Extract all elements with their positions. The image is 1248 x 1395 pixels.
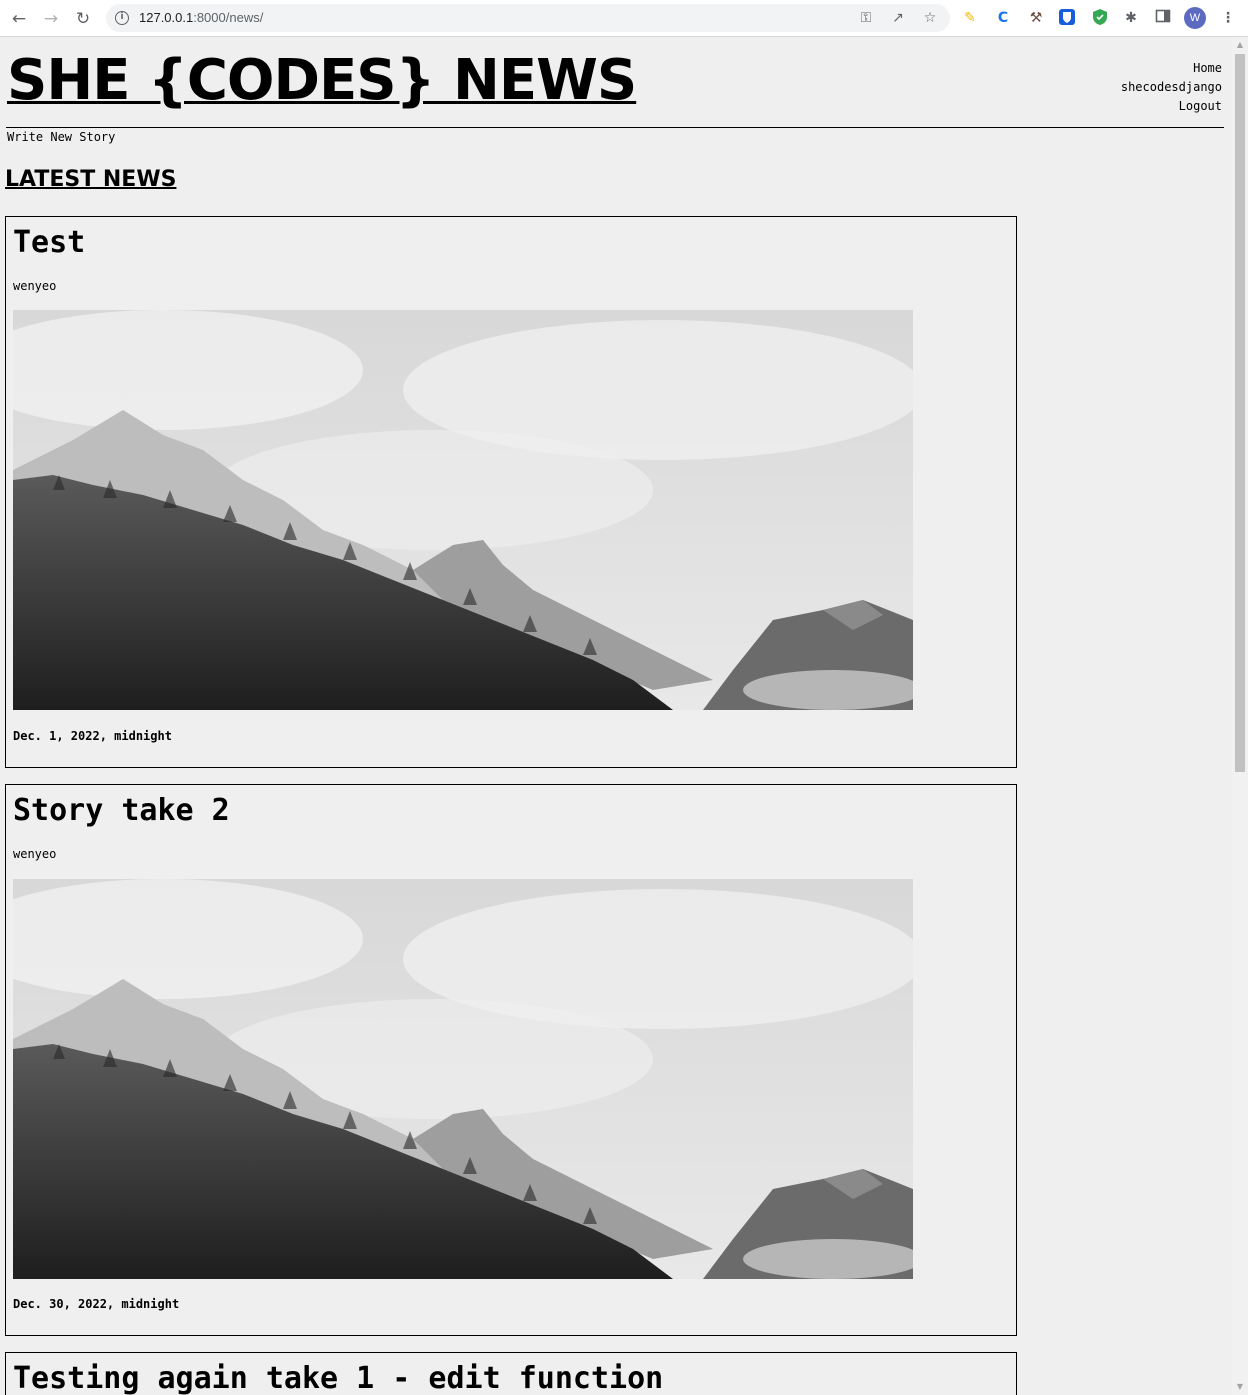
story-card[interactable]: Test wenyeo Dec. 1, 2022, midnight: [5, 216, 1017, 768]
site-title[interactable]: SHE {CODES} NEWS: [7, 48, 637, 113]
story-date: Dec. 1, 2022, midnight: [13, 729, 172, 743]
story-title[interactable]: Testing again take 1 - edit function: [13, 1361, 663, 1395]
url-host: 127.0.0.1: [139, 10, 194, 25]
write-new-story-link[interactable]: Write New Story: [7, 130, 115, 144]
profile-avatar[interactable]: W: [1184, 7, 1206, 29]
side-panel-icon[interactable]: [1153, 8, 1173, 28]
devtools-extension-icon[interactable]: ⚒: [1026, 8, 1046, 28]
story-title[interactable]: Test: [13, 225, 85, 260]
story-card[interactable]: Testing again take 1 - edit function: [5, 1352, 1017, 1395]
back-icon[interactable]: ←: [8, 8, 30, 30]
nav-home[interactable]: Home: [1121, 59, 1222, 78]
share-icon[interactable]: ↗: [889, 9, 907, 27]
site-info-icon[interactable]: i: [115, 11, 129, 25]
scrollbar-thumb[interactable]: [1235, 54, 1245, 772]
broom-extension-icon[interactable]: ✎: [960, 8, 980, 28]
nav-logout[interactable]: Logout: [1121, 97, 1222, 116]
scroll-down-arrow-icon[interactable]: ▼: [1235, 1382, 1245, 1392]
menu-kebab-icon[interactable]: ⋮: [1218, 8, 1238, 28]
nav-username[interactable]: shecodesdjango: [1121, 78, 1222, 97]
bookmark-star-icon[interactable]: ☆: [921, 9, 939, 27]
page-scrollbar[interactable]: ▲ ▼: [1232, 37, 1248, 1395]
scroll-up-arrow-icon[interactable]: ▲: [1235, 40, 1245, 50]
browser-toolbar: ← → ↻ i 127.0.0.1:8000/news/ ⚿ ↗ ☆ ✎ C ⚒…: [0, 0, 1248, 37]
top-nav: Home shecodesdjango Logout: [1121, 59, 1222, 116]
extensions-puzzle-icon[interactable]: ✱: [1121, 8, 1141, 28]
url-text: 127.0.0.1:8000/news/: [139, 10, 263, 25]
reload-icon[interactable]: ↻: [72, 8, 94, 30]
key-icon[interactable]: ⚿: [857, 9, 875, 27]
forward-icon[interactable]: →: [40, 8, 62, 30]
address-bar[interactable]: i 127.0.0.1:8000/news/ ⚿ ↗ ☆: [106, 4, 950, 32]
story-author: wenyeo: [13, 279, 57, 293]
c-extension-icon[interactable]: C: [993, 8, 1013, 28]
shield-extension-icon[interactable]: [1090, 8, 1110, 28]
latest-news-heading: LATEST NEWS: [5, 167, 177, 192]
header-divider: [6, 127, 1224, 128]
story-author: wenyeo: [13, 847, 57, 861]
story-image: [13, 879, 913, 1279]
story-title[interactable]: Story take 2: [13, 793, 230, 828]
url-path: :8000/news/: [193, 10, 264, 25]
story-card[interactable]: Story take 2 wenyeo Dec. 30, 2022, midni…: [5, 784, 1017, 1336]
bitwarden-extension-icon[interactable]: [1057, 8, 1077, 28]
story-date: Dec. 30, 2022, midnight: [13, 1297, 180, 1311]
story-image: [13, 310, 913, 710]
